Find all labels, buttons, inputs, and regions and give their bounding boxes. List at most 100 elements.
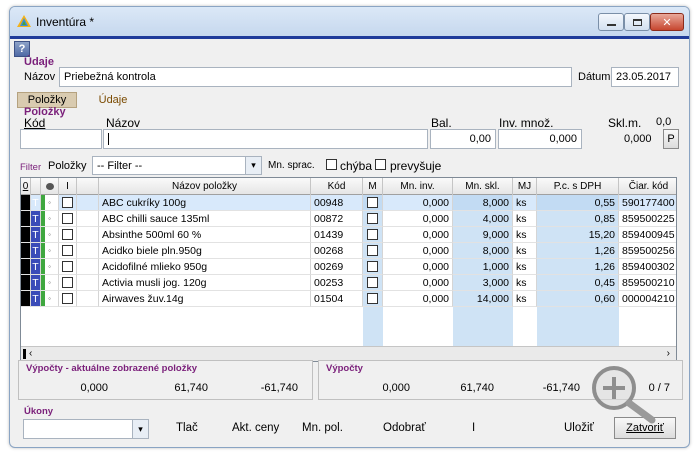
- table-row[interactable]: T ◦ Acidofilné mlieko 950g 00269 0,000 1,000 k…: [21, 259, 676, 275]
- col-header-3[interactable]: I: [59, 178, 77, 195]
- row-comment-marker: ◦: [41, 227, 59, 243]
- col-header-m[interactable]: M: [363, 178, 383, 195]
- col-header-comment[interactable]: [41, 178, 59, 195]
- tab-udaje-label: Údaje: [98, 94, 128, 106]
- scroll-right-icon[interactable]: ›: [667, 348, 670, 359]
- chyba-checkbox[interactable]: [326, 159, 337, 173]
- table-row[interactable]: T ◦ ABC chilli sauce 135ml 00872 0,000 4,000 k…: [21, 211, 676, 227]
- row-checkbox[interactable]: [62, 213, 73, 224]
- odobrat-button[interactable]: Odobrať: [383, 422, 426, 434]
- row-indicator: [21, 243, 31, 259]
- row-mn-inv: 0,000: [383, 291, 453, 307]
- i-button[interactable]: I: [472, 422, 475, 434]
- filter-label: Filter: [20, 162, 42, 173]
- close-icon: ✕: [662, 16, 672, 29]
- prevysuje-label: prevyšuje: [390, 159, 442, 173]
- row-checkbox[interactable]: [62, 245, 73, 256]
- row-mj: ks: [513, 195, 537, 211]
- col-header-nazov[interactable]: Názov položky: [99, 178, 311, 195]
- row-checkbox[interactable]: [62, 261, 73, 272]
- row-empty-cell: [77, 275, 99, 291]
- row-indicator: [21, 259, 31, 275]
- row-pc: 1,26: [537, 259, 619, 275]
- close-button[interactable]: ✕: [650, 13, 684, 31]
- row-checkbox[interactable]: [62, 277, 73, 288]
- p-button[interactable]: P: [663, 129, 679, 149]
- nazov-input[interactable]: [103, 129, 428, 149]
- tab-udaje[interactable]: Údaje: [94, 92, 132, 108]
- prevysuje-checkbox[interactable]: [375, 159, 386, 173]
- scroll-thumb[interactable]: [23, 349, 26, 359]
- row-checkbox[interactable]: [62, 197, 73, 208]
- col-header-0[interactable]: 0: [21, 178, 31, 195]
- col-header-mj[interactable]: MJ: [513, 178, 537, 195]
- col-header-mn-inv[interactable]: Mn. inv.: [383, 178, 453, 195]
- chyba-label: chýba: [340, 159, 373, 173]
- row-m-checkbox[interactable]: [367, 261, 378, 272]
- chevron-down-icon[interactable]: ▾: [245, 157, 261, 174]
- filter-select[interactable]: -- Filter -- ▾: [92, 156, 262, 175]
- minimize-button[interactable]: [598, 13, 624, 31]
- row-m-cell: [363, 291, 383, 307]
- help-button[interactable]: ?: [14, 41, 30, 57]
- row-checkbox[interactable]: [62, 229, 73, 240]
- row-mn-skl: 1,000: [453, 259, 513, 275]
- col-header-kod[interactable]: Kód: [311, 178, 363, 195]
- scroll-left-icon[interactable]: ‹: [29, 348, 32, 359]
- row-checkbox[interactable]: [62, 293, 73, 304]
- row-m-cell: [363, 243, 383, 259]
- row-mn-inv: 0,000: [383, 275, 453, 291]
- row-kod: 00948: [311, 195, 363, 211]
- maximize-button[interactable]: [624, 13, 650, 31]
- table-row[interactable]: T ◦ Absinthe 500ml 60 % 01439 0,000 9,000 ks 15…: [21, 227, 676, 243]
- dot-icon: ◦: [48, 246, 51, 255]
- row-pc: 0,85: [537, 211, 619, 227]
- ukony-select[interactable]: ▾: [23, 419, 149, 439]
- akt-ceny-button[interactable]: Akt. ceny: [232, 422, 279, 434]
- row-mn-inv: 0,000: [383, 259, 453, 275]
- dot-icon: ◦: [48, 198, 51, 207]
- col-header-1[interactable]: [31, 178, 41, 195]
- row-m-checkbox[interactable]: [367, 197, 378, 208]
- bal-input[interactable]: 0,00: [430, 129, 496, 149]
- col-header-mn-skl[interactable]: Mn. skl.: [453, 178, 513, 195]
- datum-label: Dátum: [578, 71, 611, 83]
- col-header-check[interactable]: [77, 178, 99, 195]
- nazov-field[interactable]: Priebežná kontrola: [59, 67, 572, 87]
- row-m-checkbox[interactable]: [367, 213, 378, 224]
- row-comment-marker: ◦: [41, 243, 59, 259]
- row-m-checkbox[interactable]: [367, 293, 378, 304]
- row-mj: ks: [513, 291, 537, 307]
- chevron-down-icon[interactable]: ▾: [132, 420, 148, 438]
- row-mj: ks: [513, 211, 537, 227]
- row-type-badge: T: [31, 259, 41, 275]
- col-header-pc[interactable]: P.c. s DPH: [537, 178, 619, 195]
- inv-mnoz-input[interactable]: 0,000: [498, 129, 582, 149]
- row-check-cell: [59, 275, 77, 291]
- tlac-button[interactable]: Tlač: [176, 422, 198, 434]
- table-row[interactable]: T ◦ Activia musli jog. 120g 00253 0,000 3,000…: [21, 275, 676, 291]
- row-kod: 00269: [311, 259, 363, 275]
- row-pc: 15,20: [537, 227, 619, 243]
- row-m-checkbox[interactable]: [367, 229, 378, 240]
- zoom-magnifier-icon[interactable]: [584, 364, 670, 424]
- row-empty-cell: [77, 227, 99, 243]
- row-ciar-kod: 590177400: [619, 195, 676, 211]
- row-m-checkbox[interactable]: [367, 277, 378, 288]
- table-row[interactable]: T ◦ Airwaves žuv.14g 01504 0,000 14,000 ks 0,60…: [21, 291, 676, 307]
- datum-field[interactable]: 23.05.2017: [611, 67, 679, 87]
- row-pc: 0,60: [537, 291, 619, 307]
- row-name: Acidofilné mlieko 950g: [99, 259, 311, 275]
- row-m-checkbox[interactable]: [367, 245, 378, 256]
- mn-pol-button[interactable]: Mn. pol.: [302, 422, 343, 434]
- row-mn-skl: 8,000: [453, 195, 513, 211]
- col-header-ciar[interactable]: Čiar. kód: [619, 178, 676, 195]
- row-ciar-kod: 859500225: [619, 211, 676, 227]
- horizontal-scrollbar[interactable]: ‹ ›: [21, 346, 676, 361]
- kod-input[interactable]: [20, 129, 102, 149]
- table-row[interactable]: T ◦ Acidko biele pln.950g 00268 0,000 8,000 ks…: [21, 243, 676, 259]
- table-row[interactable]: T ◦ ABC cukríky 100g 00948 0,000 8,000 ks 0,55 5…: [21, 195, 676, 211]
- dot-icon: ◦: [48, 294, 51, 303]
- row-mn-skl: 3,000: [453, 275, 513, 291]
- row-type-badge: T: [31, 211, 41, 227]
